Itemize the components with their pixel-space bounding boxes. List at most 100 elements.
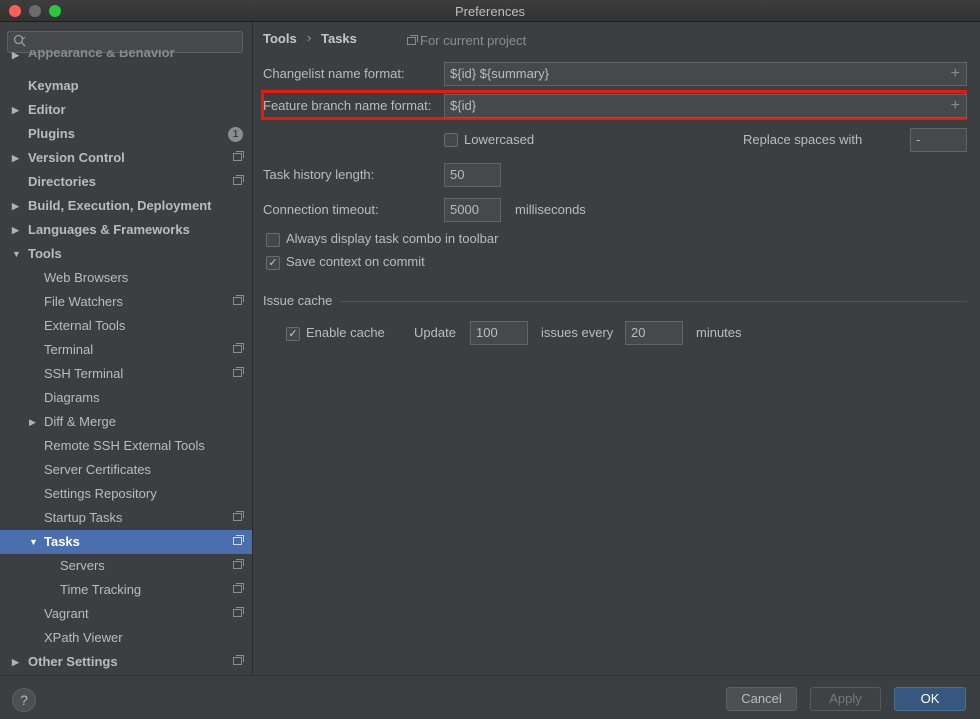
window-title: Preferences (454, 4, 526, 19)
sidebar-item-label: Servers (60, 558, 105, 573)
changelist-format-input[interactable]: ${id} ${summary} + (444, 62, 967, 86)
plugins-update-badge: 1 (228, 127, 243, 142)
task-history-value: 50 (450, 167, 465, 182)
enable-cache-checkbox[interactable]: ✓ (286, 327, 300, 341)
search-icon (13, 34, 26, 47)
sidebar-item-label: Directories (28, 174, 96, 189)
sidebar-item-label: Terminal (44, 342, 94, 357)
chevron-right-icon: ▶ (12, 153, 19, 163)
lowercased-checkbox[interactable] (444, 133, 458, 147)
sidebar-item-label: Startup Tasks (44, 510, 123, 525)
apply-button[interactable]: Apply (810, 687, 881, 711)
update-label: Update (414, 325, 456, 340)
sidebar-item-label: External Tools (44, 318, 126, 333)
tasks-settings-panel: Tools › Tasks For current project Change… (253, 22, 980, 675)
add-variable-icon[interactable]: + (951, 95, 960, 117)
chevron-right-icon: ▶ (29, 417, 36, 427)
update-interval-input[interactable]: 20 (625, 321, 683, 345)
sidebar-item-languages-frameworks[interactable]: ▶ Languages & Frameworks (0, 218, 252, 242)
sidebar-item-diagrams[interactable]: Diagrams (0, 386, 252, 410)
sidebar-item-settings-repository[interactable]: Settings Repository (0, 482, 252, 506)
sidebar-item-label: SSH Terminal (44, 366, 124, 381)
feature-branch-format-value: ${id} (450, 98, 477, 113)
breadcrumb-parent[interactable]: Tools (263, 31, 297, 46)
always-display-label: Always display task combo in toolbar (286, 231, 499, 246)
sidebar-item-label: Web Browsers (44, 270, 129, 285)
sidebar-item-vagrant[interactable]: Vagrant (0, 602, 252, 626)
feature-branch-format-input[interactable]: ${id} + (444, 94, 967, 118)
sidebar-item-label: Keymap (28, 78, 79, 93)
sidebar-item-directories[interactable]: Directories (0, 170, 252, 194)
sidebar-item-editor[interactable]: ▶ Editor (0, 98, 252, 122)
sidebar-item-servers[interactable]: Servers (0, 554, 252, 578)
task-history-input[interactable]: 50 (444, 163, 501, 187)
chevron-right-icon: ▶ (12, 201, 19, 211)
save-context-checkbox[interactable]: ✓ (266, 256, 280, 270)
enable-cache-label: Enable cache (306, 325, 385, 340)
cancel-button[interactable]: Cancel (726, 687, 797, 711)
sidebar-item-other-settings[interactable]: ▶ Other Settings (0, 650, 252, 674)
sidebar-item-plugins[interactable]: Plugins 1 (0, 122, 252, 146)
sidebar-item-label: XPath Viewer (44, 630, 123, 645)
project-scope-icon (233, 151, 244, 161)
help-button[interactable]: ? (12, 688, 36, 712)
chevron-right-icon: ▶ (12, 105, 19, 115)
lowercased-label: Lowercased (464, 132, 535, 147)
chevron-right-icon: ▶ (12, 225, 19, 235)
sidebar-item-label: Tools (28, 246, 62, 261)
save-context-label: Save context on commit (286, 254, 425, 269)
project-scope-icon (233, 535, 244, 545)
sidebar-item-label: Build, Execution, Deployment (28, 198, 212, 213)
task-history-label: Task history length: (263, 167, 375, 182)
sidebar-item-file-watchers[interactable]: File Watchers (0, 290, 252, 314)
sidebar-item-label: Server Certificates (44, 462, 151, 477)
sidebar-item-startup-tasks[interactable]: Startup Tasks (0, 506, 252, 530)
chevron-right-icon: ▶ (12, 50, 19, 60)
add-variable-icon[interactable]: + (951, 63, 960, 85)
sidebar-item-tools[interactable]: ▼ Tools (0, 242, 252, 266)
update-count-value: 100 (476, 325, 498, 340)
sidebar-item-label: Diagrams (44, 390, 100, 405)
sidebar-item-build-execution-deployment[interactable]: ▶ Build, Execution, Deployment (0, 194, 252, 218)
project-scope-icon (233, 343, 244, 353)
ok-button[interactable]: OK (894, 687, 966, 711)
connection-timeout-input[interactable]: 5000 (444, 198, 501, 222)
sidebar-item-label: Remote SSH External Tools (44, 438, 205, 453)
update-count-input[interactable]: 100 (470, 321, 528, 345)
sidebar-item-keymap[interactable]: Keymap (0, 74, 252, 98)
sidebar-item-external-tools[interactable]: External Tools (0, 314, 252, 338)
sidebar-item-ssh-terminal[interactable]: SSH Terminal (0, 362, 252, 386)
project-scope-icon (233, 655, 244, 665)
changelist-format-label: Changelist name format: (263, 66, 405, 81)
sidebar-item-server-certificates[interactable]: Server Certificates (0, 458, 252, 482)
project-scope-icon (233, 295, 244, 305)
sidebar-item-label: File Watchers (44, 294, 123, 309)
chevron-down-icon: ▼ (29, 537, 38, 547)
issues-every-label: issues every (541, 325, 614, 340)
connection-timeout-value: 5000 (450, 202, 479, 217)
sidebar-item-web-browsers[interactable]: Web Browsers (0, 266, 252, 290)
project-scope-icon (233, 175, 244, 185)
sidebar-item-label: Diff & Merge (44, 414, 117, 429)
sidebar-item-appearance-behavior[interactable]: ▶ Appearance & Behavior (0, 50, 252, 68)
sidebar-item-label: Time Tracking (60, 582, 142, 597)
project-scope-icon (407, 35, 418, 45)
connection-timeout-label: Connection timeout: (263, 202, 379, 217)
sidebar-item-xpath-viewer[interactable]: XPath Viewer (0, 626, 252, 650)
sidebar-item-diff-merge[interactable]: ▶ Diff & Merge (0, 410, 252, 434)
project-scope-icon (233, 367, 244, 377)
chevron-down-icon: ▼ (12, 249, 21, 259)
sidebar-item-terminal[interactable]: Terminal (0, 338, 252, 362)
replace-spaces-input[interactable]: - (910, 128, 967, 152)
project-scope-icon (233, 607, 244, 617)
sidebar-item-remote-ssh-external-tools[interactable]: Remote SSH External Tools (0, 434, 252, 458)
project-scope-icon (233, 583, 244, 593)
always-display-checkbox[interactable] (266, 233, 280, 247)
sidebar-item-label: Appearance & Behavior (28, 50, 175, 60)
section-divider (339, 301, 967, 302)
sidebar-item-version-control[interactable]: ▶ Version Control (0, 146, 252, 170)
title-bar: Preferences (0, 0, 980, 22)
breadcrumb-current: Tasks (321, 31, 357, 46)
sidebar-item-time-tracking[interactable]: Time Tracking (0, 578, 252, 602)
sidebar-item-tasks[interactable]: ▼ Tasks (0, 530, 252, 554)
